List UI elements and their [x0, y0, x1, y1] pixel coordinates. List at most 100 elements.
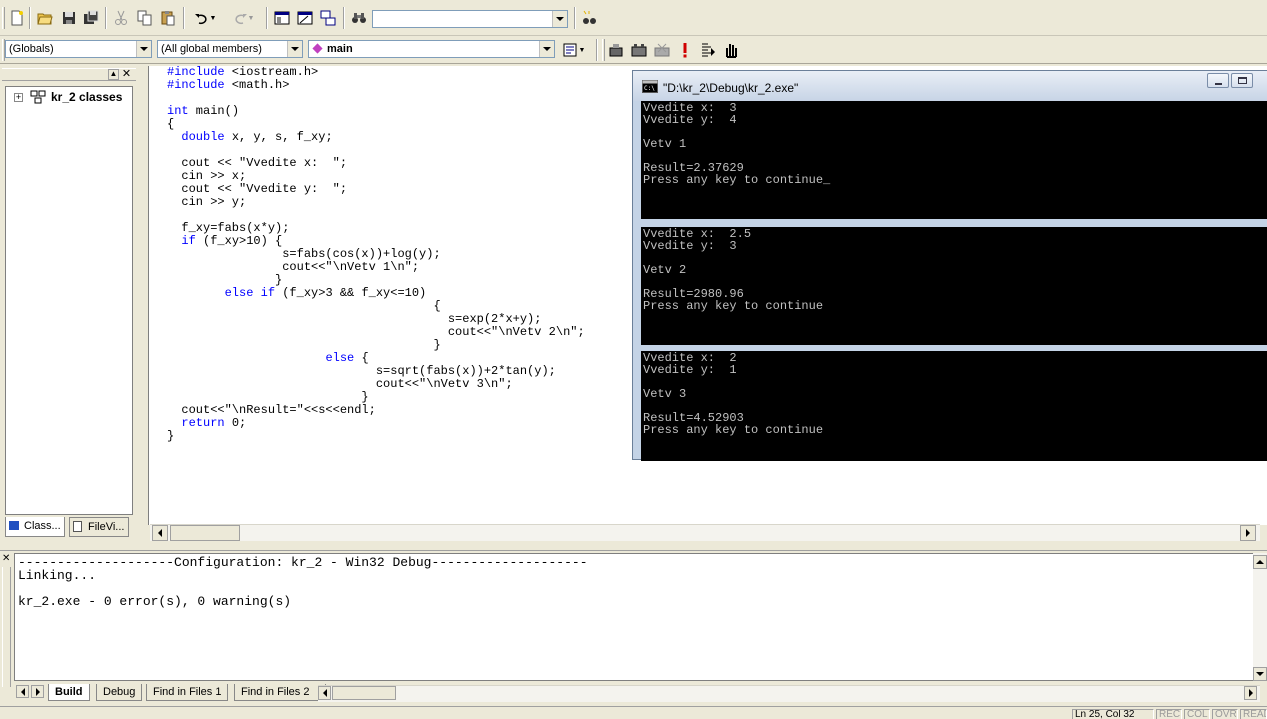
- tab-file-view[interactable]: FileVi...: [69, 517, 129, 537]
- save-all-button[interactable]: [81, 8, 101, 28]
- output-scroll-up-button[interactable]: [1253, 555, 1267, 569]
- open-button[interactable]: [35, 8, 55, 28]
- scope-combo[interactable]: (Globals): [5, 40, 152, 58]
- go-button[interactable]: [698, 40, 718, 60]
- window-list-button[interactable]: [318, 8, 338, 28]
- new-file-icon: [11, 10, 23, 26]
- status-read: READ: [1240, 709, 1267, 719]
- file-view-icon: [73, 521, 82, 532]
- output-gripper[interactable]: [2, 567, 11, 687]
- tab-scroll-left-button[interactable]: [16, 685, 29, 698]
- source-code[interactable]: #include <iostream.h>#include <math.h>​i…: [167, 66, 585, 443]
- code-line[interactable]: #include <math.h>: [167, 79, 585, 92]
- tab-find-in-files-1[interactable]: Find in Files 1: [146, 684, 229, 701]
- save-button[interactable]: [59, 8, 79, 28]
- svg-text:C:\: C:\: [644, 85, 655, 92]
- cursor-position: Ln 25, Col 32: [1072, 709, 1154, 719]
- copy-button[interactable]: [135, 8, 155, 28]
- undo-button[interactable]: ▼: [189, 8, 221, 28]
- output-scroll-right-button[interactable]: [1244, 686, 1257, 700]
- toolbar-grip[interactable]: [602, 39, 605, 61]
- members-combo[interactable]: (All global members): [157, 40, 303, 58]
- function-combo-dropdown-arrow[interactable]: [539, 41, 554, 57]
- output-window-icon: [297, 11, 313, 25]
- standard-toolbar: ▼ ▼: [0, 0, 1267, 36]
- wizard-actions-icon: [563, 43, 577, 57]
- find-button[interactable]: [580, 8, 600, 28]
- output-scroll-thumb[interactable]: [332, 686, 396, 700]
- go-debug-icon: [702, 43, 715, 57]
- stop-build-icon: [654, 43, 670, 57]
- members-combo-dropdown-arrow[interactable]: [287, 41, 302, 57]
- output-scroll-left-button[interactable]: [318, 686, 331, 700]
- output-close-button[interactable]: ✕: [2, 554, 11, 564]
- find-binoculars-icon: [583, 10, 596, 24]
- console-icon: C:\: [642, 80, 658, 93]
- output-scroll-down-button[interactable]: [1253, 667, 1267, 681]
- stop-build-button[interactable]: [652, 40, 672, 60]
- code-line[interactable]: cin >> y;: [167, 196, 585, 209]
- status-rec: REC: [1156, 709, 1182, 719]
- console-title: "D:\kr_2\Debug\kr_2.exe": [663, 81, 799, 95]
- scroll-right-button[interactable]: [1240, 525, 1256, 541]
- tab-file-view-label: FileVi...: [88, 521, 125, 533]
- toolbar-grip[interactable]: [2, 7, 5, 29]
- build-output-text[interactable]: --------------------Configuration: kr_2 …: [14, 553, 1254, 681]
- cut-button[interactable]: [111, 8, 131, 28]
- console-title-bar[interactable]: C:\ "D:\kr_2\Debug\kr_2.exe": [633, 71, 1267, 101]
- output-toggle-button[interactable]: [295, 8, 315, 28]
- tree-root-label[interactable]: kr_2 classes: [51, 90, 122, 104]
- execute-button[interactable]: [675, 40, 695, 60]
- tab-class-view[interactable]: Class...: [5, 517, 65, 537]
- tab-build[interactable]: Build: [48, 684, 90, 701]
- paste-icon: [161, 11, 175, 26]
- code-line[interactable]: double x, y, s, f_xy;: [167, 131, 585, 144]
- window-list-icon: [320, 10, 336, 26]
- class-tree[interactable]: + kr_2 classes: [5, 86, 133, 515]
- workspace-toggle-button[interactable]: [272, 8, 292, 28]
- scope-combo-dropdown-arrow[interactable]: [136, 41, 151, 57]
- function-combo-value: main: [327, 43, 353, 55]
- scroll-left-button[interactable]: [152, 525, 168, 541]
- console-window[interactable]: C:\ "D:\kr_2\Debug\kr_2.exe" Vvedite x: …: [632, 70, 1267, 461]
- code-line[interactable]: }: [167, 430, 585, 443]
- breakpoint-button[interactable]: [721, 40, 741, 60]
- console-minimize-button[interactable]: [1207, 73, 1229, 88]
- find-in-files-button[interactable]: [349, 8, 369, 28]
- console-maximize-button[interactable]: [1231, 73, 1253, 88]
- new-file-button[interactable]: [7, 8, 27, 28]
- console-run-2: Vvedite x: 2.5 Vvedite y: 3 Vetv 2 Resul…: [641, 227, 1267, 345]
- status-bar: Ln 25, Col 32 REC COL OVR READ: [0, 706, 1267, 719]
- save-icon: [63, 12, 75, 24]
- scroll-thumb[interactable]: [170, 525, 240, 541]
- wizard-actions-button[interactable]: ▼: [558, 40, 590, 60]
- tab-class-view-label: Class...: [24, 520, 61, 532]
- function-combo[interactable]: main: [308, 40, 555, 58]
- compile-button[interactable]: [606, 40, 626, 60]
- classes-icon: [30, 90, 46, 104]
- open-folder-icon: [37, 13, 53, 25]
- tab-find-in-files-2[interactable]: Find in Files 2: [234, 684, 326, 701]
- redo-button[interactable]: ▼: [227, 8, 259, 28]
- tree-expand-icon[interactable]: +: [14, 93, 23, 102]
- build-button[interactable]: [629, 40, 649, 60]
- code-line[interactable]: return 0;: [167, 417, 585, 430]
- tab-debug[interactable]: Debug: [96, 684, 143, 701]
- tab-scroll-right-button[interactable]: [31, 685, 44, 698]
- workspace-maximize-button[interactable]: ▲: [108, 69, 119, 80]
- scope-combo-value: (Globals): [9, 43, 54, 55]
- status-ovr: OVR: [1212, 709, 1238, 719]
- output-horizontal-scrollbar[interactable]: [318, 685, 1260, 702]
- workspace-close-button[interactable]: ✕: [121, 69, 132, 80]
- find-combo[interactable]: [372, 10, 568, 28]
- exclamation-icon: [683, 43, 687, 58]
- compile-icon: [609, 44, 623, 57]
- build-icon: [631, 44, 647, 57]
- editor-horizontal-scrollbar[interactable]: [150, 524, 1260, 541]
- find-combo-dropdown-arrow[interactable]: [552, 11, 567, 27]
- hand-icon: [726, 44, 737, 58]
- paste-button[interactable]: [158, 8, 178, 28]
- code-line[interactable]: int main(): [167, 105, 585, 118]
- output-vertical-scrollbar[interactable]: [1253, 553, 1267, 681]
- scissors-icon: [115, 10, 127, 25]
